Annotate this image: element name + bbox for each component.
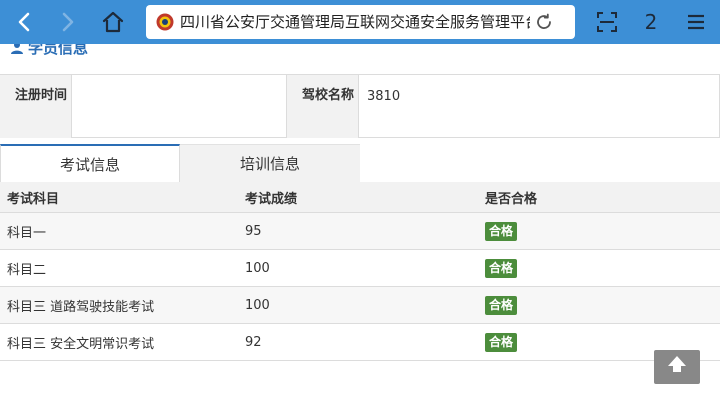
pass-badge: 合格: [485, 332, 518, 352]
page-title-in-url: 四川省公安厅交通管理局互联网交通安全服务管理平台: [180, 13, 530, 31]
back-to-top-button[interactable]: [654, 350, 700, 384]
tabs-count: 2: [644, 10, 658, 34]
reg-time-value: [72, 75, 287, 138]
subject-cell: 科目二: [7, 262, 47, 278]
score-cell: 95: [245, 223, 262, 239]
student-info-table: 注册时间 驾校名称 3810: [0, 74, 720, 138]
school-value: 3810: [359, 75, 720, 138]
home-icon: [102, 11, 124, 33]
tabs-count-button[interactable]: 2: [636, 6, 666, 38]
arrow-up-icon: [668, 356, 686, 372]
header-score: 考试成绩: [245, 191, 298, 207]
table-row: 科目二 100 合格: [0, 250, 720, 287]
reg-time-label: 注册时间: [0, 75, 72, 138]
police-badge-icon: [156, 13, 174, 31]
pass-cell: 合格: [485, 250, 715, 286]
user-icon: [11, 44, 23, 54]
chevron-left-icon: [18, 12, 30, 32]
back-button[interactable]: [8, 6, 40, 38]
scan-icon: [597, 12, 617, 32]
home-button[interactable]: [96, 6, 130, 38]
table-row: 科目三 安全文明常识考试 92 合格: [0, 324, 720, 361]
pass-badge: 合格: [485, 221, 518, 241]
table-row: 科目三 道路驾驶技能考试 100 合格: [0, 287, 720, 324]
forward-button[interactable]: [52, 6, 84, 38]
browser-toolbar: 四川省公安厅交通管理局互联网交通安全服务管理平台 2: [0, 0, 720, 44]
pass-cell: 合格: [485, 287, 715, 323]
menu-button[interactable]: [682, 6, 710, 38]
subject-cell: 科目一: [7, 225, 47, 241]
pass-cell: 合格: [485, 213, 715, 249]
pass-badge: 合格: [485, 295, 518, 315]
score-cell: 100: [245, 297, 270, 313]
address-bar[interactable]: 四川省公安厅交通管理局互联网交通安全服务管理平台: [146, 5, 575, 39]
tab-training-info[interactable]: 培训信息: [180, 144, 360, 182]
header-subject: 考试科目: [7, 191, 60, 207]
school-label: 驾校名称: [287, 75, 359, 138]
scan-button[interactable]: [594, 6, 620, 38]
pass-badge: 合格: [485, 258, 518, 278]
chevron-right-icon: [62, 12, 74, 32]
section-title: 学员信息: [28, 44, 89, 57]
tab-exam-info[interactable]: 考试信息: [0, 144, 180, 182]
exam-results-table: 考试科目 考试成绩 是否合格 科目一 95 合格 科目二 100 合格 科目三 …: [0, 182, 720, 361]
table-header-row: 考试科目 考试成绩 是否合格: [0, 182, 720, 213]
score-cell: 92: [245, 334, 262, 350]
score-cell: 100: [245, 260, 270, 276]
table-row: 科目一 95 合格: [0, 213, 720, 250]
subject-cell: 科目三 安全文明常识考试: [7, 336, 155, 352]
reload-icon[interactable]: [535, 13, 553, 31]
section-header: 学员信息: [10, 44, 210, 62]
header-pass: 是否合格: [485, 191, 538, 207]
tab-bar: 考试信息 培训信息: [0, 144, 360, 182]
subject-cell: 科目三 道路驾驶技能考试: [7, 299, 155, 315]
menu-icon: [688, 14, 704, 30]
